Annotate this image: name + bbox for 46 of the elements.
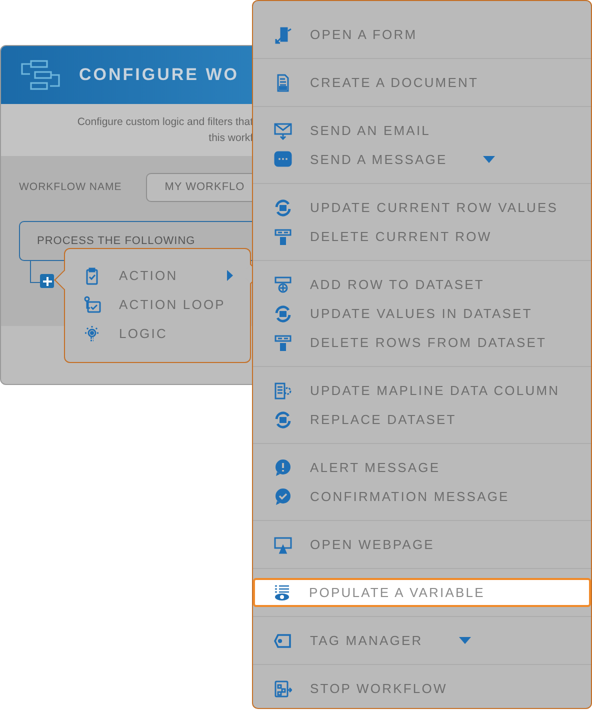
menu-item[interactable]: LOGIC (83, 319, 233, 348)
menu-item[interactable]: ACTION (83, 261, 233, 290)
envelope-icon (274, 122, 292, 140)
window-title: CONFIGURE WO (79, 64, 239, 86)
menu-item[interactable]: DELETE ROWS FROM DATASET (253, 328, 591, 357)
menu-item[interactable]: ALERT MESSAGE (253, 453, 591, 482)
description-text: this workf (208, 131, 253, 146)
menu-item[interactable]: OPEN A FORM (253, 20, 591, 49)
menu-item[interactable]: UPDATE MAPLINE DATA COLUMN (253, 376, 591, 405)
plus-icon (42, 276, 52, 286)
menu-item[interactable]: CONFIRMATION MESSAGE (253, 482, 591, 511)
tag-icon (274, 632, 292, 650)
refresh-icon (274, 198, 292, 216)
caret-icon (227, 270, 233, 281)
lightbulb-icon (83, 324, 101, 342)
workflow-icon (19, 60, 61, 90)
caret-icon (483, 156, 496, 163)
refresh-icon (274, 304, 292, 322)
menu-item[interactable]: TAG MANAGER (253, 626, 591, 655)
menu-item[interactable]: SEND A MESSAGE (253, 145, 591, 174)
menu-item[interactable]: ACTION LOOP (83, 290, 233, 319)
gear-icon (274, 382, 292, 400)
description-text: Configure custom logic and filters that (77, 115, 253, 130)
menu-item[interactable]: SEND AN EMAIL (253, 116, 591, 145)
alert-icon (274, 458, 292, 476)
menu-item[interactable]: ADD ROW TO DATASET (253, 270, 591, 299)
field-label: WORKFLOW NAME (19, 180, 122, 195)
menu-item[interactable]: POPULATE A VARIABLE (253, 578, 591, 607)
caret-icon (458, 637, 471, 644)
chat-icon (274, 150, 292, 168)
flowchart-icon (274, 680, 292, 698)
eye-icon (273, 584, 291, 602)
menu-item[interactable]: REPLACE DATASET (253, 405, 591, 434)
trash-icon (274, 228, 292, 246)
menu-item[interactable]: STOP WORKFLOW (253, 674, 591, 703)
trash-icon (274, 334, 292, 352)
menu-item[interactable]: OPEN WEBPAGE (253, 530, 591, 559)
menu-item[interactable]: CREATE A DOCUMENT (253, 68, 591, 97)
add-step-button[interactable] (40, 274, 54, 288)
refresh-icon (274, 410, 292, 428)
monitor-icon (274, 536, 292, 554)
add-row-icon (274, 276, 292, 294)
checklist-icon (83, 296, 101, 314)
menu-item[interactable]: UPDATE VALUES IN DATASET (253, 299, 591, 328)
form-icon (274, 26, 292, 44)
checkmark-bubble-icon (274, 488, 292, 506)
